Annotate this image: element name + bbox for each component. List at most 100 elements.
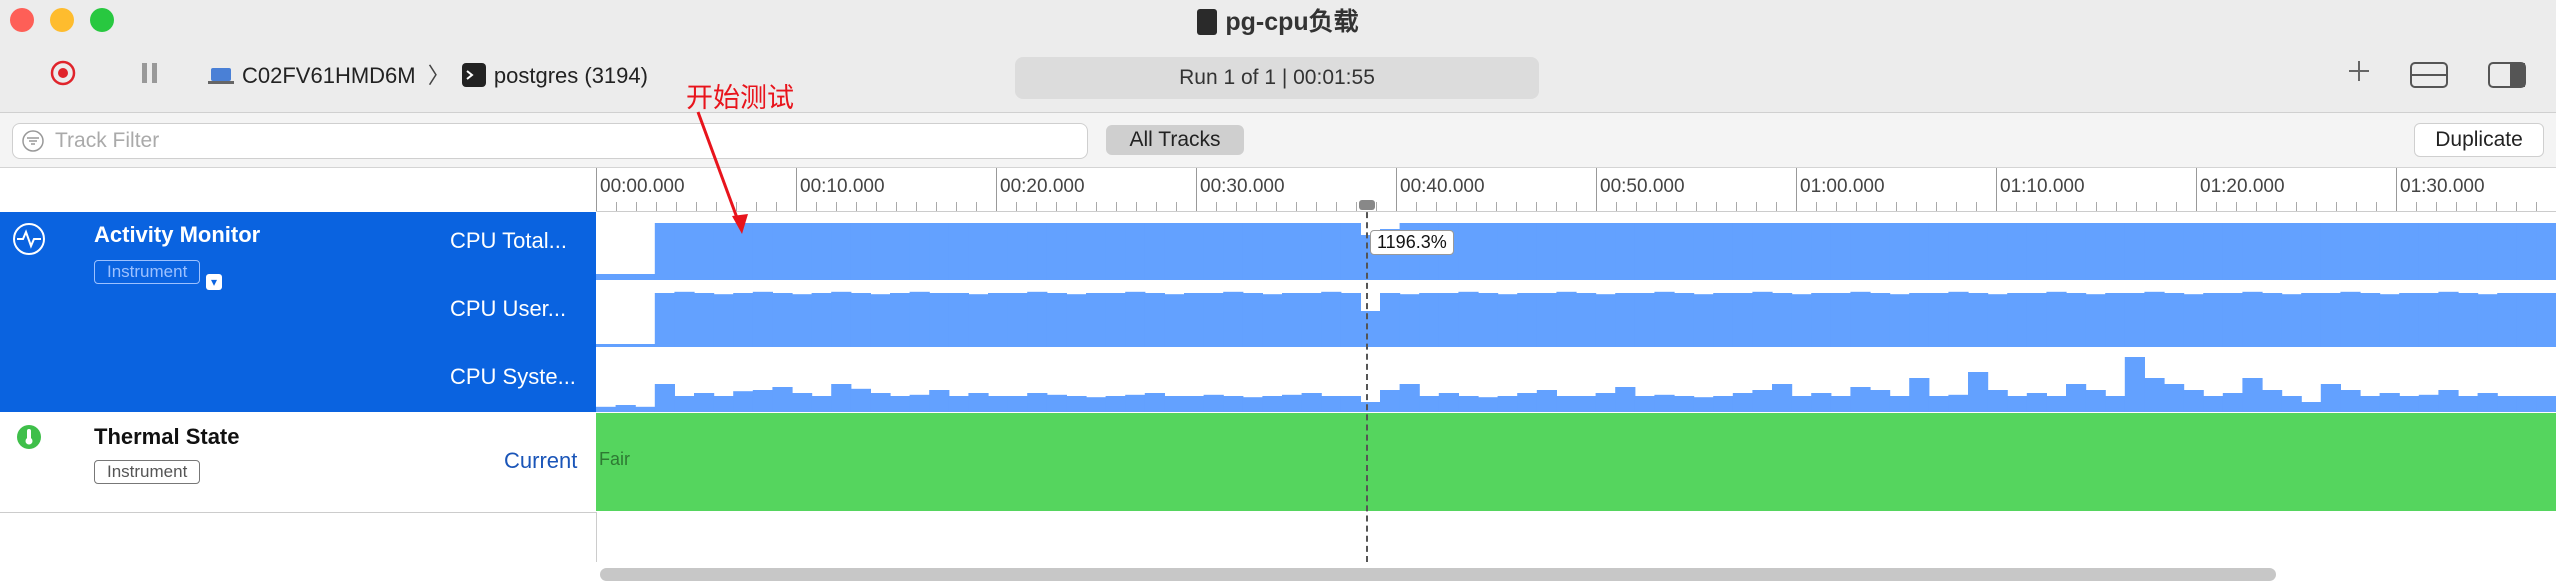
graph-bar bbox=[1321, 223, 1342, 280]
graph-bar bbox=[2183, 223, 2204, 280]
graph-bar bbox=[2418, 223, 2439, 280]
thermal-state-graph[interactable]: Fair bbox=[596, 413, 2556, 511]
graph-bar bbox=[1713, 293, 1734, 347]
graph-bar bbox=[1301, 393, 1322, 414]
graph-bar bbox=[1654, 291, 1675, 347]
graph-bar bbox=[1654, 223, 1675, 280]
filter-icon bbox=[22, 130, 44, 152]
graph-bar bbox=[1889, 223, 1910, 280]
activity-monitor-track-header[interactable]: Activity Monitor Instrument ▾ CPU Total.… bbox=[0, 212, 596, 412]
graph-bar bbox=[1203, 223, 1224, 280]
graph-bar bbox=[1948, 291, 1969, 347]
graph-bar bbox=[2242, 378, 2263, 414]
graph-bar bbox=[811, 293, 832, 347]
graph-bar bbox=[596, 274, 617, 280]
graph-bar bbox=[2379, 294, 2400, 347]
graph-bar bbox=[1242, 223, 1263, 280]
graph-bar bbox=[2399, 396, 2420, 414]
track-filter-input[interactable]: Track Filter bbox=[12, 123, 1088, 159]
series-label-current: Current bbox=[504, 448, 578, 473]
graph-bar bbox=[2281, 294, 2302, 347]
graph-bar bbox=[1928, 396, 1949, 414]
graph-bar bbox=[850, 293, 871, 347]
graph-bar bbox=[2340, 223, 2361, 280]
graph-bar bbox=[1536, 293, 1557, 347]
chevron-down-icon[interactable]: ▾ bbox=[206, 274, 222, 290]
graph-bar bbox=[1772, 223, 1793, 280]
graph-bar bbox=[1066, 396, 1087, 414]
thermal-state-track-header[interactable]: Thermal State Instrument Current bbox=[0, 412, 596, 513]
playhead[interactable] bbox=[1366, 202, 1368, 562]
graph-bar bbox=[2458, 396, 2479, 414]
graph-bar bbox=[1615, 293, 1636, 347]
graph-bar bbox=[2281, 223, 2302, 280]
thermal-state-value: Fair bbox=[599, 449, 630, 469]
graph-bar bbox=[2516, 223, 2537, 280]
graph-bar bbox=[2497, 223, 2518, 280]
graph-bar bbox=[635, 344, 656, 347]
graph-bar bbox=[1438, 293, 1459, 347]
all-tracks-button[interactable]: All Tracks bbox=[1106, 125, 1244, 155]
graph-bar bbox=[2144, 378, 2165, 414]
graph-bar bbox=[596, 406, 617, 414]
graph-bar bbox=[2203, 293, 2224, 347]
graph-bar bbox=[1340, 396, 1361, 414]
playhead-handle[interactable] bbox=[1359, 200, 1375, 210]
graph-bar bbox=[635, 406, 656, 414]
graph-bar bbox=[615, 405, 636, 414]
duplicate-button[interactable]: Duplicate bbox=[2414, 123, 2544, 157]
graph-bar bbox=[1125, 223, 1146, 280]
graph-bar bbox=[1380, 293, 1401, 347]
graph-bar bbox=[831, 384, 852, 414]
graph-bar bbox=[1144, 223, 1165, 280]
toggle-detail-pane-button[interactable] bbox=[2410, 62, 2448, 93]
graph-bar bbox=[1184, 396, 1205, 414]
graph-bar bbox=[1556, 223, 1577, 280]
graph-bar bbox=[1615, 223, 1636, 280]
graph-bar bbox=[1321, 291, 1342, 347]
pause-button[interactable] bbox=[140, 60, 160, 91]
graph-bar bbox=[792, 393, 813, 414]
graph-bar bbox=[2085, 223, 2106, 280]
graph-bar bbox=[1909, 378, 1930, 414]
graph-bar bbox=[772, 387, 793, 414]
toggle-inspector-button[interactable] bbox=[2488, 62, 2526, 93]
graph-bar bbox=[2105, 223, 2126, 280]
graph-bar bbox=[929, 223, 950, 280]
record-button[interactable] bbox=[50, 60, 76, 91]
graph-bar bbox=[1870, 293, 1891, 347]
graph-bar bbox=[792, 294, 813, 347]
graph-bar bbox=[2438, 223, 2459, 280]
time-ruler[interactable]: 00:00.000 00:10.000 00:20.000 00:30.000 … bbox=[596, 168, 2556, 212]
graph-bar bbox=[1478, 293, 1499, 347]
graph-bar bbox=[1262, 396, 1283, 414]
graph-bar bbox=[929, 390, 950, 414]
graph-bar bbox=[850, 388, 871, 414]
horizontal-scrollbar[interactable] bbox=[600, 568, 2276, 581]
graph-bar bbox=[1870, 390, 1891, 414]
graph-bar bbox=[2301, 402, 2322, 414]
ruler-label: 00:00.000 bbox=[600, 176, 685, 197]
graph-bar bbox=[1419, 396, 1440, 414]
run-status: Run 1 of 1 | 00:01:55 bbox=[1015, 57, 1539, 99]
graph-bar bbox=[1693, 294, 1714, 347]
add-track-button[interactable] bbox=[2346, 58, 2372, 89]
graph-bar bbox=[1791, 223, 1812, 280]
graph-bar bbox=[2046, 291, 2067, 347]
graph-bar bbox=[2301, 223, 2322, 280]
graph-bar bbox=[674, 396, 695, 414]
graph-bar bbox=[1046, 394, 1067, 414]
activity-monitor-graphs[interactable] bbox=[596, 212, 2556, 414]
graph-bar bbox=[2085, 390, 2106, 414]
target-selector[interactable]: C02FV61HMD6M 〉 postgres (3194) bbox=[208, 58, 648, 90]
graph-bar bbox=[1556, 291, 1577, 347]
graph-bar bbox=[1811, 393, 1832, 414]
graph-bar bbox=[1125, 291, 1146, 347]
graph-bar bbox=[2320, 293, 2341, 347]
graph-bar bbox=[1458, 396, 1479, 414]
graph-bar bbox=[2183, 294, 2204, 347]
graph-bar bbox=[2477, 393, 2498, 414]
ruler-label: 00:30.000 bbox=[1200, 176, 1285, 197]
graph-bar bbox=[1536, 390, 1557, 414]
graph-bar bbox=[1360, 311, 1381, 347]
